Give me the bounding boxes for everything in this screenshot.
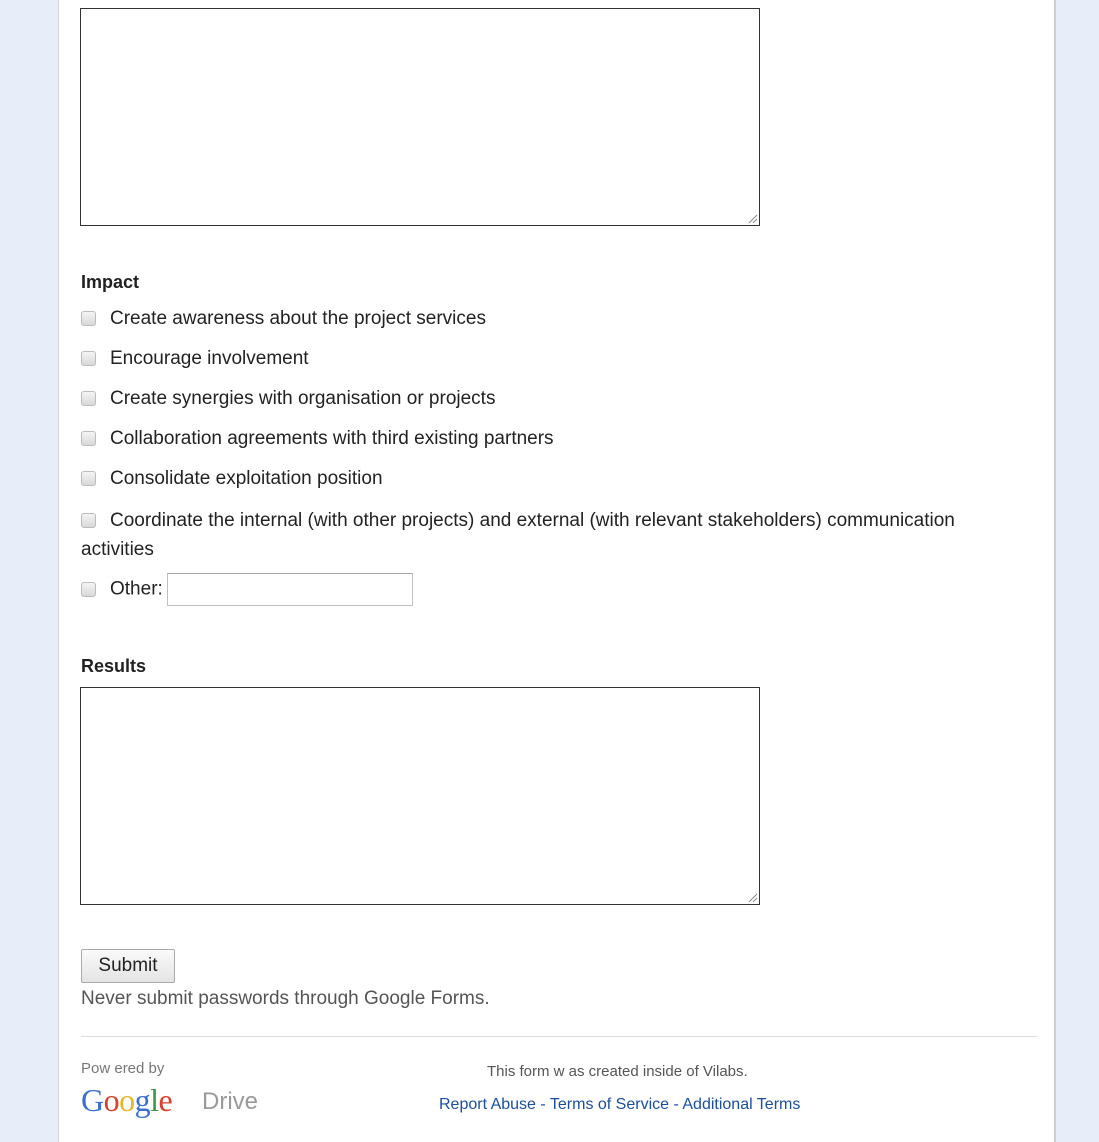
option-label: Encourage involvement (110, 348, 309, 369)
resize-grip-icon[interactable] (746, 891, 758, 903)
drive-logo-text: Drive (202, 1088, 259, 1115)
other-text-input[interactable] (166, 573, 413, 606)
form-page: Impact Create awareness about the projec… (58, 0, 1056, 1142)
checkbox[interactable] (81, 431, 96, 446)
logo-letter: g (134, 1082, 151, 1118)
terms-of-service-link[interactable]: Terms of Service (550, 1096, 669, 1113)
results-title: Results (81, 656, 147, 676)
other-label: Other: (110, 578, 163, 600)
results-textarea[interactable] (80, 687, 760, 905)
option-label: Consolidate exploitation position (110, 468, 383, 489)
report-abuse-link[interactable]: Report Abuse (439, 1096, 536, 1113)
checkbox[interactable] (81, 311, 96, 326)
impact-option[interactable]: Encourage involvement (81, 345, 309, 373)
footer-divider (81, 1036, 1037, 1037)
checkbox[interactable] (81, 351, 96, 366)
resize-grip-icon[interactable] (746, 212, 758, 224)
option-label: Collaboration agreements with third exis… (110, 428, 554, 449)
impact-title: Impact (81, 272, 140, 292)
checkbox[interactable] (81, 581, 96, 597)
logo-letter: o (103, 1082, 120, 1118)
checkbox[interactable] (81, 513, 96, 528)
option-label: Coordinate the internal (with other proj… (81, 510, 955, 560)
impact-option[interactable]: Coordinate the internal (with other proj… (81, 506, 981, 564)
impact-option-other[interactable]: Other: (81, 573, 413, 606)
logo-letter: e (158, 1082, 173, 1118)
link-separator: - (535, 1096, 550, 1113)
impact-option[interactable]: Collaboration agreements with third exis… (81, 425, 554, 453)
impact-option[interactable]: Create awareness about the project servi… (81, 305, 486, 333)
option-label: Create synergies with organisation or pr… (110, 388, 496, 409)
checkbox[interactable] (81, 391, 96, 406)
footer-links: Report Abuse - Terms of Service - Additi… (439, 1096, 800, 1114)
submit-button[interactable]: Submit (81, 949, 175, 983)
impact-option[interactable]: Consolidate exploitation position (81, 465, 383, 493)
password-warning: Never submit passwords through Google Fo… (81, 988, 490, 1009)
form-origin-text: This form w as created inside of Vilabs. (487, 1063, 748, 1080)
checkbox[interactable] (81, 471, 96, 486)
logo-letter: o (119, 1082, 135, 1118)
google-logo[interactable]: Google (81, 1082, 173, 1119)
link-separator: - (669, 1096, 683, 1113)
logo-letter: l (150, 1082, 159, 1118)
logo-letter: G (81, 1082, 104, 1118)
option-label: Create awareness about the project servi… (110, 308, 486, 329)
impact-option[interactable]: Create synergies with organisation or pr… (81, 385, 495, 413)
additional-terms-link[interactable]: Additional Terms (682, 1096, 800, 1113)
powered-by-label: Pow ered by (81, 1060, 165, 1077)
previous-answer-textarea[interactable] (80, 8, 760, 226)
